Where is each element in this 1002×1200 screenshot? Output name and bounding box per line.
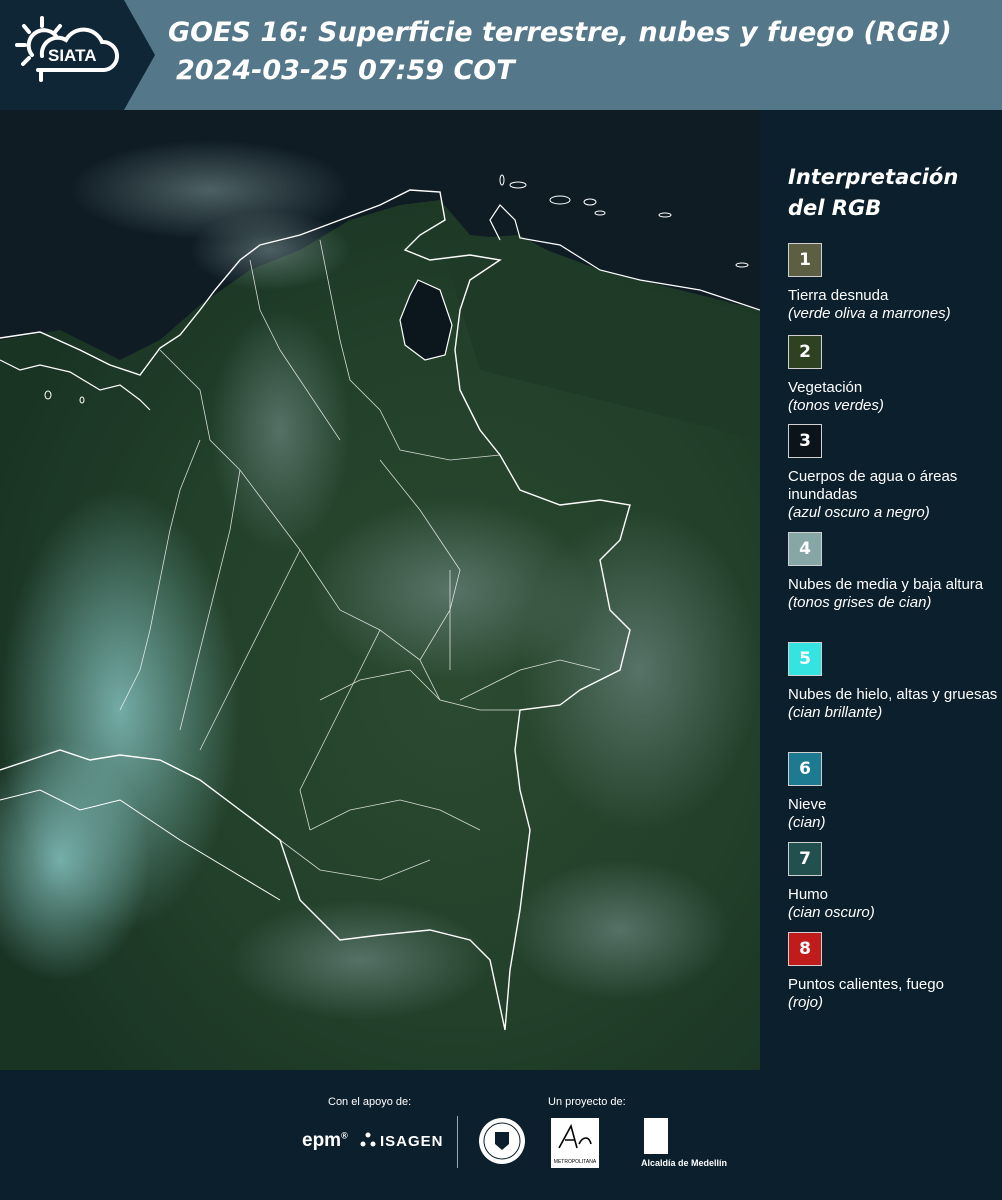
legend-item-text: Tierra desnuda (verde oliva a marrones) <box>788 287 998 323</box>
legend-desc: (cian) <box>788 814 826 831</box>
map-canvas <box>0 110 760 1070</box>
legend-item-text: Nubes de hielo, altas y gruesas (cian br… <box>788 686 998 722</box>
swatch-mid-low-clouds: 4 <box>788 532 822 566</box>
metro-text: METROPOLITANA <box>553 1159 597 1165</box>
legend-item-text: Nieve (cian) <box>788 796 998 832</box>
legend-label: Puntos calientes, fuego <box>788 976 944 993</box>
swatch-snow: 6 <box>788 752 822 786</box>
support-caption: Con el apoyo de: <box>328 1096 412 1108</box>
legend-label: Tierra desnuda <box>788 287 889 304</box>
legend-panel: Interpretación del RGB 1 Tierra desnuda … <box>760 110 1002 1070</box>
legend-item-text: Puntos calientes, fuego (rojo) <box>788 976 998 1012</box>
swatch-vegetation: 2 <box>788 335 822 369</box>
legend-desc: (rojo) <box>788 994 824 1011</box>
swatch-number: 4 <box>799 539 811 559</box>
swatch-number: 7 <box>799 849 811 869</box>
footer-divider <box>457 1116 458 1168</box>
siata-logo: SIATA <box>0 0 155 110</box>
swatch-water: 3 <box>788 424 822 458</box>
swatch-number: 2 <box>799 342 811 362</box>
legend-item-7: 7 Humo (cian oscuro) <box>788 842 998 922</box>
legend-title-line-1: Interpretación <box>788 165 959 189</box>
project-caption: Un proyecto de: <box>548 1096 626 1108</box>
legend-desc: (verde oliva a marrones) <box>788 305 951 322</box>
swatch-number: 1 <box>799 250 811 270</box>
cloud-bank-southeast <box>510 860 730 1000</box>
area-script-icon <box>558 1123 592 1149</box>
university-seal-icon <box>479 1118 525 1164</box>
legend-item-1: 1 Tierra desnuda (verde oliva a marrones… <box>788 243 998 323</box>
page-title: GOES 16: Superficie terrestre, nubes y f… <box>168 14 952 90</box>
legend-title: Interpretación del RGB <box>788 162 958 224</box>
legend-label: Humo <box>788 886 829 903</box>
swatch-smoke: 7 <box>788 842 822 876</box>
swatch-hotspots: 8 <box>788 932 822 966</box>
cloud-bank-andes <box>210 310 350 550</box>
legend-desc: (cian oscuro) <box>788 904 875 921</box>
epm-registered-mark: ® <box>341 1130 348 1141</box>
legend-item-text: Vegetación (tonos verdes) <box>788 379 998 415</box>
legend-item-5: 5 Nubes de hielo, altas y gruesas (cian … <box>788 642 998 722</box>
swatch-ice-clouds: 5 <box>788 642 822 676</box>
legend-item-text: Humo (cian oscuro) <box>788 886 998 922</box>
cloud-bank-northwest <box>70 140 350 240</box>
footer-sponsors: Con el apoyo de: Un proyecto de: epm® IS… <box>0 1070 1002 1200</box>
satellite-map[interactable] <box>0 110 760 1070</box>
sun-cloud-icon: SIATA <box>15 16 120 82</box>
alcaldia-logo-text: Alcaldía de Medellín <box>641 1158 728 1168</box>
legend-item-3: 3 Cuerpos de agua o áreas inundadas (azu… <box>788 424 998 522</box>
swatch-number: 8 <box>799 939 811 959</box>
swatch-number: 5 <box>799 649 811 669</box>
medellin-shield-icon <box>644 1118 668 1154</box>
cloud-bank-south <box>230 900 490 1020</box>
legend-label: Vegetación <box>788 379 863 396</box>
legend-desc: (azul oscuro a negro) <box>788 504 930 521</box>
cloud-bank-east <box>520 510 760 830</box>
title-line-2: 2024-03-25 07:59 COT <box>176 55 515 86</box>
area-metropolitana-logo: METROPOLITANA <box>551 1118 599 1168</box>
legend-item-text: Cuerpos de agua o áreas inundadas (azul … <box>788 468 998 522</box>
epm-text: epm <box>302 1130 342 1151</box>
swatch-number: 6 <box>799 759 811 779</box>
legend-desc: (tonos grises de cian) <box>788 594 932 611</box>
legend-desc: (cian brillante) <box>788 704 883 721</box>
legend-item-text: Nubes de media y baja altura (tonos gris… <box>788 576 998 612</box>
isagen-icon <box>360 1132 376 1147</box>
title-line-1: GOES 16: Superficie terrestre, nubes y f… <box>168 17 952 48</box>
swatch-bare-land: 1 <box>788 243 822 277</box>
legend-item-4: 4 Nubes de media y baja altura (tonos gr… <box>788 532 998 612</box>
legend-label: Nubes de media y baja altura <box>788 576 984 593</box>
legend-label: Nubes de hielo, altas y gruesas <box>788 686 998 703</box>
legend-item-8: 8 Puntos calientes, fuego (rojo) <box>788 932 998 1012</box>
epm-logo: epm® <box>302 1130 348 1152</box>
legend-item-6: 6 Nieve (cian) <box>788 752 998 832</box>
legend-item-2: 2 Vegetación (tonos verdes) <box>788 335 998 415</box>
legend-desc: (tonos verdes) <box>788 397 884 414</box>
isagen-logo: ISAGEN <box>380 1133 444 1150</box>
header-bar: SIATA GOES 16: Superficie terrestre, nub… <box>0 0 1002 110</box>
legend-label: Cuerpos de agua o áreas inundadas <box>788 468 958 503</box>
swatch-number: 3 <box>799 431 811 451</box>
legend-label: Nieve <box>788 796 827 813</box>
legend-title-line-2: del RGB <box>788 196 882 220</box>
logo-text: SIATA <box>48 46 96 65</box>
